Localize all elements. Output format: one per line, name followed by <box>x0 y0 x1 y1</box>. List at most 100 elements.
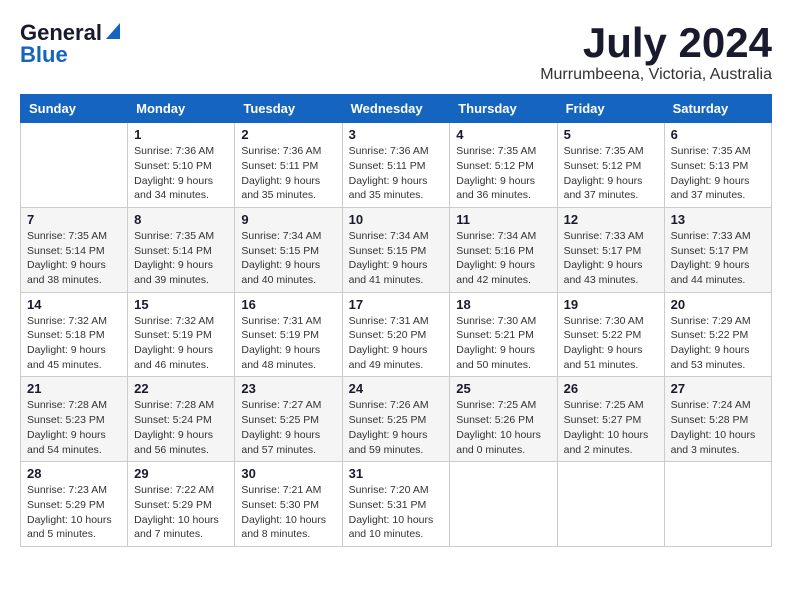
day-number: 13 <box>671 212 765 227</box>
calendar-cell: 8 Sunrise: 7:35 AM Sunset: 5:14 PM Daylig… <box>128 207 235 292</box>
cell-content: 21Sunrise: 7:28 AM Sunset: 5:23 PM Dayli… <box>27 381 121 457</box>
cell-content: 28 Sunrise: 7:23 AM Sunset: 5:29 PM Dayli… <box>27 466 121 542</box>
calendar-cell: 14 Sunrise: 7:32 AM Sunset: 5:18 PM Dayli… <box>21 292 128 377</box>
cell-detail: Sunrise: 7:25 AM Sunset: 5:26 PM Dayligh… <box>456 398 550 457</box>
calendar-cell: 4 Sunrise: 7:35 AM Sunset: 5:12 PM Daylig… <box>450 123 557 208</box>
calendar-cell: 15 Sunrise: 7:32 AM Sunset: 5:19 PM Dayli… <box>128 292 235 377</box>
cell-detail: Sunrise: 7:30 AM Sunset: 5:22 PM Dayligh… <box>564 314 658 373</box>
day-number: 4 <box>456 127 550 142</box>
calendar-cell: 31Sunrise: 7:20 AM Sunset: 5:31 PM Dayli… <box>342 462 450 547</box>
day-number: 14 <box>27 297 121 312</box>
cell-detail: Sunrise: 7:35 AM Sunset: 5:14 PM Dayligh… <box>27 229 121 288</box>
cell-content: 29Sunrise: 7:22 AM Sunset: 5:29 PM Dayli… <box>134 466 228 542</box>
cell-content: 11Sunrise: 7:34 AM Sunset: 5:16 PM Dayli… <box>456 212 550 288</box>
weekday-header-saturday: Saturday <box>664 95 771 123</box>
calendar-cell: 6Sunrise: 7:35 AM Sunset: 5:13 PM Daylig… <box>664 123 771 208</box>
calendar-cell: 18Sunrise: 7:30 AM Sunset: 5:21 PM Dayli… <box>450 292 557 377</box>
cell-content: 3Sunrise: 7:36 AM Sunset: 5:11 PM Daylig… <box>349 127 444 203</box>
cell-content: 5Sunrise: 7:35 AM Sunset: 5:12 PM Daylig… <box>564 127 658 203</box>
weekday-header-thursday: Thursday <box>450 95 557 123</box>
cell-content: 1 Sunrise: 7:36 AM Sunset: 5:10 PM Daylig… <box>134 127 228 203</box>
weekday-header-wednesday: Wednesday <box>342 95 450 123</box>
calendar-cell: 10Sunrise: 7:34 AM Sunset: 5:15 PM Dayli… <box>342 207 450 292</box>
cell-detail: Sunrise: 7:34 AM Sunset: 5:15 PM Dayligh… <box>349 229 444 288</box>
cell-detail: Sunrise: 7:32 AM Sunset: 5:18 PM Dayligh… <box>27 314 121 373</box>
day-number: 28 <box>27 466 121 481</box>
cell-content: 15 Sunrise: 7:32 AM Sunset: 5:19 PM Dayli… <box>134 297 228 373</box>
month-title: July 2024 <box>540 20 772 66</box>
cell-content: 7Sunrise: 7:35 AM Sunset: 5:14 PM Daylig… <box>27 212 121 288</box>
cell-detail: Sunrise: 7:31 AM Sunset: 5:19 PM Dayligh… <box>241 314 335 373</box>
day-number: 15 <box>134 297 228 312</box>
calendar-cell: 28 Sunrise: 7:23 AM Sunset: 5:29 PM Dayli… <box>21 462 128 547</box>
day-number: 30 <box>241 466 335 481</box>
calendar-cell: 7Sunrise: 7:35 AM Sunset: 5:14 PM Daylig… <box>21 207 128 292</box>
calendar-cell: 21Sunrise: 7:28 AM Sunset: 5:23 PM Dayli… <box>21 377 128 462</box>
calendar-cell: 12Sunrise: 7:33 AM Sunset: 5:17 PM Dayli… <box>557 207 664 292</box>
calendar-table: SundayMondayTuesdayWednesdayThursdayFrid… <box>20 94 772 547</box>
cell-detail: Sunrise: 7:25 AM Sunset: 5:27 PM Dayligh… <box>564 398 658 457</box>
cell-detail: Sunrise: 7:20 AM Sunset: 5:31 PM Dayligh… <box>349 483 444 542</box>
cell-content: 2 Sunrise: 7:36 AM Sunset: 5:11 PM Daylig… <box>241 127 335 203</box>
cell-content: 30Sunrise: 7:21 AM Sunset: 5:30 PM Dayli… <box>241 466 335 542</box>
cell-content: 4 Sunrise: 7:35 AM Sunset: 5:12 PM Daylig… <box>456 127 550 203</box>
calendar-cell: 1 Sunrise: 7:36 AM Sunset: 5:10 PM Daylig… <box>128 123 235 208</box>
cell-content: 17Sunrise: 7:31 AM Sunset: 5:20 PM Dayli… <box>349 297 444 373</box>
cell-detail: Sunrise: 7:35 AM Sunset: 5:12 PM Dayligh… <box>456 144 550 203</box>
location-text: Murrumbeena, Victoria, Australia <box>540 66 772 84</box>
calendar-cell: 5Sunrise: 7:35 AM Sunset: 5:12 PM Daylig… <box>557 123 664 208</box>
day-number: 29 <box>134 466 228 481</box>
day-number: 20 <box>671 297 765 312</box>
page-header: General Blue July 2024 Murrumbeena, Vict… <box>20 20 772 84</box>
cell-content: 31Sunrise: 7:20 AM Sunset: 5:31 PM Dayli… <box>349 466 444 542</box>
calendar-cell: 22Sunrise: 7:28 AM Sunset: 5:24 PM Dayli… <box>128 377 235 462</box>
day-number: 12 <box>564 212 658 227</box>
cell-content: 6Sunrise: 7:35 AM Sunset: 5:13 PM Daylig… <box>671 127 765 203</box>
day-number: 19 <box>564 297 658 312</box>
calendar-cell: 17Sunrise: 7:31 AM Sunset: 5:20 PM Dayli… <box>342 292 450 377</box>
cell-detail: Sunrise: 7:35 AM Sunset: 5:14 PM Dayligh… <box>134 229 228 288</box>
day-number: 8 <box>134 212 228 227</box>
calendar-cell: 16 Sunrise: 7:31 AM Sunset: 5:19 PM Dayli… <box>235 292 342 377</box>
cell-detail: Sunrise: 7:31 AM Sunset: 5:20 PM Dayligh… <box>349 314 444 373</box>
calendar-cell <box>21 123 128 208</box>
logo-triangle-icon <box>106 23 120 39</box>
day-number: 25 <box>456 381 550 396</box>
day-number: 2 <box>241 127 335 142</box>
cell-detail: Sunrise: 7:34 AM Sunset: 5:15 PM Dayligh… <box>241 229 335 288</box>
day-number: 24 <box>349 381 444 396</box>
cell-detail: Sunrise: 7:23 AM Sunset: 5:29 PM Dayligh… <box>27 483 121 542</box>
day-number: 11 <box>456 212 550 227</box>
calendar-cell: 20Sunrise: 7:29 AM Sunset: 5:22 PM Dayli… <box>664 292 771 377</box>
calendar-week-row: 1 Sunrise: 7:36 AM Sunset: 5:10 PM Daylig… <box>21 123 772 208</box>
weekday-header-monday: Monday <box>128 95 235 123</box>
day-number: 16 <box>241 297 335 312</box>
calendar-cell: 19 Sunrise: 7:30 AM Sunset: 5:22 PM Dayli… <box>557 292 664 377</box>
day-number: 26 <box>564 381 658 396</box>
day-number: 23 <box>241 381 335 396</box>
cell-detail: Sunrise: 7:27 AM Sunset: 5:25 PM Dayligh… <box>241 398 335 457</box>
calendar-cell: 9 Sunrise: 7:34 AM Sunset: 5:15 PM Daylig… <box>235 207 342 292</box>
title-section: July 2024 Murrumbeena, Victoria, Austral… <box>540 20 772 84</box>
cell-detail: Sunrise: 7:32 AM Sunset: 5:19 PM Dayligh… <box>134 314 228 373</box>
day-number: 22 <box>134 381 228 396</box>
day-number: 9 <box>241 212 335 227</box>
calendar-cell: 29Sunrise: 7:22 AM Sunset: 5:29 PM Dayli… <box>128 462 235 547</box>
day-number: 1 <box>134 127 228 142</box>
cell-content: 12Sunrise: 7:33 AM Sunset: 5:17 PM Dayli… <box>564 212 658 288</box>
cell-content: 24 Sunrise: 7:26 AM Sunset: 5:25 PM Dayli… <box>349 381 444 457</box>
cell-content: 20Sunrise: 7:29 AM Sunset: 5:22 PM Dayli… <box>671 297 765 373</box>
cell-detail: Sunrise: 7:36 AM Sunset: 5:11 PM Dayligh… <box>241 144 335 203</box>
cell-detail: Sunrise: 7:26 AM Sunset: 5:25 PM Dayligh… <box>349 398 444 457</box>
calendar-cell: 26 Sunrise: 7:25 AM Sunset: 5:27 PM Dayli… <box>557 377 664 462</box>
calendar-cell: 27Sunrise: 7:24 AM Sunset: 5:28 PM Dayli… <box>664 377 771 462</box>
weekday-header-tuesday: Tuesday <box>235 95 342 123</box>
cell-content: 14 Sunrise: 7:32 AM Sunset: 5:18 PM Dayli… <box>27 297 121 373</box>
calendar-week-row: 21Sunrise: 7:28 AM Sunset: 5:23 PM Dayli… <box>21 377 772 462</box>
cell-detail: Sunrise: 7:36 AM Sunset: 5:11 PM Dayligh… <box>349 144 444 203</box>
calendar-cell: 23 Sunrise: 7:27 AM Sunset: 5:25 PM Dayli… <box>235 377 342 462</box>
calendar-cell <box>664 462 771 547</box>
cell-content: 18Sunrise: 7:30 AM Sunset: 5:21 PM Dayli… <box>456 297 550 373</box>
day-number: 27 <box>671 381 765 396</box>
cell-detail: Sunrise: 7:36 AM Sunset: 5:10 PM Dayligh… <box>134 144 228 203</box>
